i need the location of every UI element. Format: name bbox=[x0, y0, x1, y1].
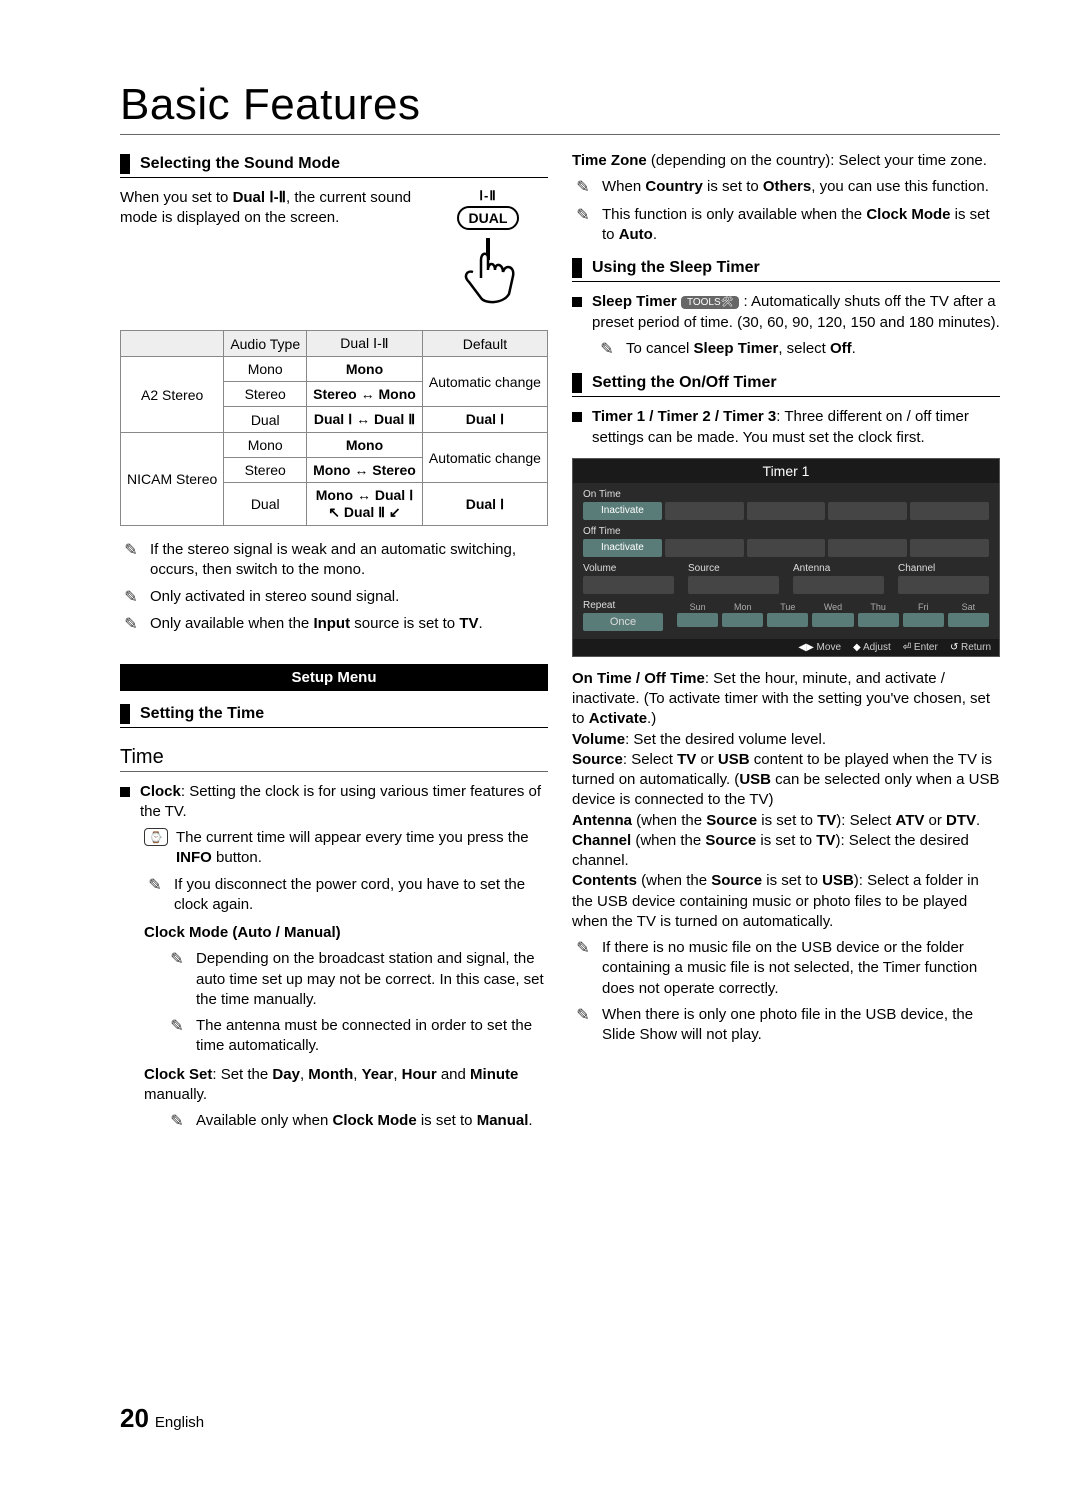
note-icon: ✎ bbox=[572, 205, 594, 227]
desc-onoff: On Time / Off Time: Set the hour, minute… bbox=[572, 669, 1000, 730]
return-icon: ↻ bbox=[950, 642, 958, 653]
note-icon: ✎ bbox=[144, 875, 166, 897]
note-icon: ✎ bbox=[166, 949, 188, 971]
section-heading-onoff: Setting the On/Off Timer bbox=[572, 370, 1000, 397]
on-time-field[interactable] bbox=[665, 502, 744, 520]
antenna-field[interactable] bbox=[793, 576, 884, 594]
info-icon: ⌚ bbox=[144, 828, 168, 846]
channel-field[interactable] bbox=[898, 576, 989, 594]
on-time-field[interactable]: Inactivate bbox=[583, 502, 662, 520]
note: ✎ If there is no music file on the USB d… bbox=[572, 938, 1000, 999]
setup-menu-banner: Setup Menu bbox=[120, 664, 548, 691]
on-time-label: On Time bbox=[583, 489, 989, 500]
repeat-label: Repeat bbox=[583, 600, 663, 611]
note-icon: ✎ bbox=[572, 1005, 594, 1027]
on-time-field[interactable] bbox=[747, 502, 826, 520]
note: ✎ Depending on the broadcast station and… bbox=[166, 949, 548, 1010]
note: ✎ Only available when the Input source i… bbox=[120, 614, 548, 636]
repeat-field[interactable]: Once bbox=[583, 613, 663, 631]
info-note: ⌚ The current time will appear every tim… bbox=[144, 828, 548, 869]
desc-volume: Volume: Set the desired volume level. bbox=[572, 730, 1000, 750]
desc-channel: Channel (when the Source is set to TV): … bbox=[572, 831, 1000, 872]
off-time-field[interactable] bbox=[828, 539, 907, 557]
on-time-field[interactable] bbox=[910, 502, 989, 520]
off-time-field[interactable] bbox=[665, 539, 744, 557]
note: ✎ When Country is set to Others, you can… bbox=[572, 177, 1000, 199]
volume-field[interactable] bbox=[583, 576, 674, 594]
day-toggle[interactable]: Tue bbox=[767, 602, 808, 627]
day-toggle[interactable]: Sun bbox=[677, 602, 718, 627]
note-icon: ✎ bbox=[120, 614, 142, 636]
time-zone-line: Time Zone (depending on the country): Se… bbox=[572, 151, 1000, 171]
off-time-field[interactable]: Inactivate bbox=[583, 539, 662, 557]
section-heading-time: Setting the Time bbox=[120, 701, 548, 728]
timer-footer: ◀▶ Move ◆ Adjust ⏎ Enter ↻ Return bbox=[573, 639, 999, 656]
note: ✎ Only activated in stereo sound signal. bbox=[120, 587, 548, 609]
desc-antenna: Antenna (when the Source is set to TV): … bbox=[572, 811, 1000, 831]
clock-mode-label: Clock Mode (Auto / Manual) bbox=[144, 923, 548, 943]
note-icon: ✎ bbox=[596, 339, 618, 361]
note: ✎ When there is only one photo file in t… bbox=[572, 1005, 1000, 1046]
section-heading-sleep: Using the Sleep Timer bbox=[572, 255, 1000, 282]
note: ✎ If you disconnect the power cord, you … bbox=[144, 875, 548, 916]
time-subheading: Time bbox=[120, 746, 548, 772]
timer-panel: Timer 1 On Time Inactivate Off Tim bbox=[572, 458, 1000, 657]
day-toggle[interactable]: Mon bbox=[722, 602, 763, 627]
source-field[interactable] bbox=[688, 576, 779, 594]
note-icon: ✎ bbox=[572, 177, 594, 199]
clock-set-line: Clock Set: Set the Day, Month, Year, Hou… bbox=[144, 1065, 548, 1106]
desc-source: Source: Select TV or USB content to be p… bbox=[572, 750, 1000, 811]
off-time-field[interactable] bbox=[910, 539, 989, 557]
antenna-label: Antenna bbox=[793, 563, 884, 574]
note-icon: ✎ bbox=[166, 1111, 188, 1133]
note: ✎ To cancel Sleep Timer, select Off. bbox=[596, 339, 1000, 361]
page-footer: 20English bbox=[120, 1403, 204, 1434]
days-row: Sun Mon Tue Wed Thu Fri Sat bbox=[677, 602, 989, 627]
day-toggle[interactable]: Sat bbox=[948, 602, 989, 627]
sleep-timer-item: Sleep Timer TOOLS🛠 : Automatically shuts… bbox=[572, 292, 1000, 333]
timer-panel-title: Timer 1 bbox=[573, 459, 999, 483]
note-icon: ✎ bbox=[166, 1016, 188, 1038]
section-heading-sound: Selecting the Sound Mode bbox=[120, 151, 548, 178]
note-icon: ✎ bbox=[120, 587, 142, 609]
clock-item: Clock: Setting the clock is for using va… bbox=[120, 782, 548, 823]
page-title: Basic Features bbox=[120, 80, 1000, 135]
note-icon: ✎ bbox=[120, 540, 142, 562]
move-icon: ◀▶ bbox=[798, 642, 813, 653]
day-toggle[interactable]: Wed bbox=[812, 602, 853, 627]
note: ✎ Available only when Clock Mode is set … bbox=[166, 1111, 548, 1133]
off-time-label: Off Time bbox=[583, 526, 989, 537]
right-column: Time Zone (depending on the country): Se… bbox=[572, 141, 1000, 1139]
desc-contents: Contents (when the Source is set to USB)… bbox=[572, 871, 1000, 932]
sound-intro: When you set to Dual Ⅰ-Ⅱ, the current so… bbox=[120, 188, 414, 229]
source-label: Source bbox=[688, 563, 779, 574]
dual-remote-icon: Ⅰ-Ⅱ DUAL bbox=[428, 188, 548, 312]
tools-icon: TOOLS🛠 bbox=[681, 296, 739, 310]
day-toggle[interactable]: Fri bbox=[903, 602, 944, 627]
note: ✎ The antenna must be connected in order… bbox=[166, 1016, 548, 1057]
channel-label: Channel bbox=[898, 563, 989, 574]
day-toggle[interactable]: Thu bbox=[858, 602, 899, 627]
enter-icon: ⏎ bbox=[903, 642, 911, 653]
adjust-icon: ◆ bbox=[853, 642, 861, 653]
note: ✎ If the stereo signal is weak and an au… bbox=[120, 540, 548, 581]
timer-123-item: Timer 1 / Timer 2 / Timer 3: Three diffe… bbox=[572, 407, 1000, 448]
left-column: Selecting the Sound Mode When you set to… bbox=[120, 141, 548, 1139]
note-icon: ✎ bbox=[572, 938, 594, 960]
volume-label: Volume bbox=[583, 563, 674, 574]
on-time-field[interactable] bbox=[828, 502, 907, 520]
sound-mode-table: Audio Type Dual Ⅰ-Ⅱ Default A2 Stereo Mo… bbox=[120, 330, 548, 526]
off-time-field[interactable] bbox=[747, 539, 826, 557]
note: ✎ This function is only available when t… bbox=[572, 205, 1000, 246]
hand-icon bbox=[453, 232, 523, 312]
